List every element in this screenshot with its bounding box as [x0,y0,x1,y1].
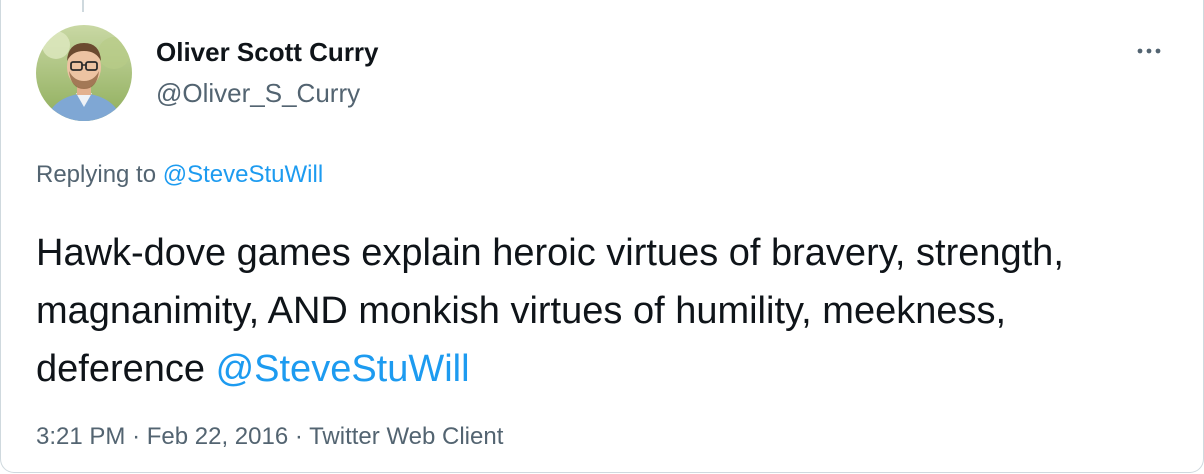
tweet-date[interactable]: Feb 22, 2016 [147,423,288,450]
author-name[interactable]: Oliver Scott Curry [156,37,379,68]
more-options-button[interactable] [1129,38,1169,64]
avatar[interactable] [36,25,132,121]
user-avatar-photo-icon [36,25,132,121]
tweet-time[interactable]: 3:21 PM [36,423,125,450]
meta-separator: · [294,423,303,450]
replying-to-line: Replying to @SteveStuWill [36,161,323,189]
more-options-icon [1137,48,1161,54]
tweet-client[interactable]: Twitter Web Client [309,423,503,450]
tweet-body: Hawk-dove games explain heroic virtues o… [36,232,1064,390]
replying-to-mention-link[interactable]: @SteveStuWill [163,161,323,188]
thread-connector-line [82,0,84,12]
replying-to-label: Replying to [36,161,157,188]
meta-separator: · [132,423,141,450]
tweet-card: Oliver Scott Curry @Oliver_S_Curry Reply… [0,0,1204,473]
author-handle[interactable]: @Oliver_S_Curry [156,78,360,109]
tweet-text: Hawk-dove games explain heroic virtues o… [36,224,1166,398]
tweet-metadata: 3:21 PM · Feb 22, 2016 · Twitter Web Cli… [36,423,503,451]
tweet-mention-link[interactable]: @SteveStuWill [216,348,470,390]
